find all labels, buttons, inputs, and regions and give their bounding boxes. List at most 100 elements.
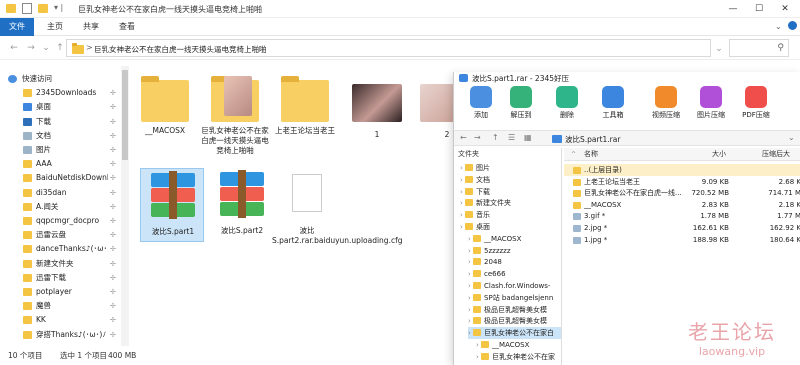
tree-node[interactable]: › SP站 badangelsjenn (468, 292, 561, 304)
tree-node[interactable]: › 极品巨乳超臀美女模 (468, 304, 561, 316)
tab-share[interactable]: 共享 (74, 18, 108, 36)
sidebar-item[interactable]: 桌面 ✢ (0, 100, 130, 114)
tool-icon (700, 86, 722, 108)
folder-icon (23, 160, 32, 169)
sidebar-item[interactable]: 图片 ✢ (0, 143, 130, 157)
tree-node[interactable]: › __MACOSX (468, 233, 561, 245)
tree-node-label: 文档 (476, 175, 491, 184)
checkbox-icon[interactable] (22, 3, 32, 14)
tree-node[interactable]: › 新建文件夹 (460, 197, 561, 209)
sidebar-item[interactable]: 新建文件夹 ✢ (0, 257, 130, 271)
tree-node[interactable]: › 极品巨乳超臀美女模 (468, 315, 561, 327)
table-row[interactable]: 2.jpg * 162.61 KB 162.92 K (564, 222, 800, 234)
sidebar-item[interactable]: di35dan ✢ (0, 186, 130, 200)
tree-node[interactable]: › 5zzzzzz (468, 245, 561, 257)
sidebar-item-label: AAA (36, 159, 52, 169)
tab-view[interactable]: 查看 (110, 18, 144, 36)
tool-icon (470, 86, 492, 108)
close-button[interactable]: ✕ (772, 0, 798, 18)
file-item[interactable]: 1 (342, 68, 412, 139)
sidebar-item[interactable]: AAA ✢ (0, 157, 130, 171)
tab-file[interactable]: 文件 (0, 18, 34, 36)
folder-icon (465, 223, 474, 230)
sidebar-item[interactable]: qqpcmgr_docpro ✢ (0, 214, 130, 228)
pin-icon: ✢ (110, 131, 116, 140)
tree-node[interactable]: › __MACOSX (476, 339, 561, 351)
help-icon[interactable] (788, 21, 797, 30)
minimize-button[interactable]: — (720, 0, 746, 18)
tree-node-label: __MACOSX (492, 341, 530, 349)
tree-node[interactable]: › 图片 (460, 162, 561, 174)
nav-scroll-thumb[interactable] (122, 70, 128, 160)
new-folder-icon[interactable] (38, 4, 48, 13)
toolbar-button-2[interactable]: 删除 (544, 84, 590, 120)
sidebar-item[interactable]: danceThanks♪(･ω･)ﾉ ✢ (0, 242, 130, 256)
tree-node[interactable]: › 文档 (460, 174, 561, 186)
sidebar-item[interactable]: 迅雷下载 ✢ (0, 271, 130, 285)
tree-node[interactable]: › 音乐 (460, 209, 561, 221)
sidebar-item-label: 穿搭Thanks♪(･ω･)ﾉ (36, 329, 107, 339)
sidebar-item[interactable]: 文档 ✢ (0, 129, 130, 143)
watermark-text: 老王论坛 (688, 320, 776, 344)
tree-node[interactable]: › 巨乳女神老公不在家 (476, 351, 561, 363)
toolbar-button-1[interactable]: 解压到 (498, 84, 544, 120)
sidebar-item[interactable]: KK ✢ (0, 313, 130, 327)
back-arrow-icon[interactable]: ← (8, 42, 20, 54)
sidebar-item[interactable]: A.闻关 ✢ (0, 200, 130, 214)
toolbar-button-3[interactable]: 工具箱 (590, 84, 636, 120)
sidebar-item[interactable]: potplayer ✢ (0, 285, 130, 299)
quick-access-dropdown-icon[interactable]: ▾ | (54, 3, 63, 12)
file-item[interactable]: 波比S.part2.rar.baiduyun.uploading.cfg (272, 168, 402, 278)
toolbar-button-6[interactable]: PDF压缩 (733, 84, 779, 120)
file-item[interactable]: __MACOSX (130, 68, 200, 138)
sidebar-item[interactable]: 魔兽 ✢ (0, 299, 130, 313)
search-input[interactable]: ⚲ (729, 39, 789, 57)
tree-node[interactable]: › 桌面 (460, 221, 561, 233)
recent-chevron-icon[interactable]: ⌄ (40, 42, 52, 54)
folder-icon (23, 330, 32, 339)
maximize-button[interactable]: ☐ (746, 0, 772, 18)
table-row[interactable]: 1.jpg * 188.98 KB 180.64 K (564, 234, 800, 246)
tree-node[interactable]: › ce666 (468, 268, 561, 280)
file-item[interactable]: 上老王论坛当老王 (270, 68, 340, 138)
tree-node[interactable]: › 巨乳女神老公不在家白 (468, 327, 561, 340)
table-row[interactable]: __MACOSX 2.83 KB 2.18 K (564, 199, 800, 211)
tree-node-label: ce666 (484, 270, 506, 279)
table-row[interactable]: ..(上层目录) (564, 164, 800, 176)
folder-icon (465, 187, 474, 195)
sidebar-item[interactable]: 2345Downloads ✢ (0, 86, 130, 100)
tab-home[interactable]: 主页 (38, 18, 72, 36)
toolbar-button-4[interactable]: 视频压缩 (643, 84, 689, 120)
view-list-icon[interactable]: ☰ (508, 133, 515, 142)
file-item[interactable]: 巨乳女神老公不在家白虎一线天摸头逼电竞椅上啪啪 (200, 68, 270, 168)
path-dropdown-icon[interactable]: ⌄ (788, 133, 795, 142)
address-bar[interactable]: > 巨乳女神老公不在家白虎一线天摸头逼电竞椅上啪啪 (66, 39, 711, 57)
table-row[interactable]: 3.gif * 1.78 MB 1.77 M (564, 210, 800, 222)
up-arrow-icon[interactable]: ↑ (492, 133, 499, 142)
nav-scrollbar[interactable] (121, 66, 129, 346)
expand-ribbon-icon[interactable]: ⌄ (775, 22, 782, 31)
sidebar-item[interactable]: 穿搭Thanks♪(･ω･)ﾉ ✢ (0, 328, 130, 342)
file-item-selected[interactable]: 波比S.part1 (140, 168, 204, 242)
sidebar-item[interactable]: 下载 ✢ (0, 115, 130, 129)
table-row[interactable]: 上老王论坛当老王 9.09 KB 2.68 K (564, 176, 800, 188)
sidebar-item[interactable]: 迅雷云盘 ✢ (0, 228, 130, 242)
sidebar-item[interactable]: 快速访问 (0, 72, 130, 86)
tree-node[interactable]: › Clash.for.Windows- (468, 280, 561, 292)
back-arrow-icon[interactable]: ← (460, 133, 467, 142)
tree-node[interactable]: › 2048 (468, 256, 561, 268)
file-item[interactable]: 波比S.part2 (210, 168, 274, 242)
column-packed[interactable]: 压缩后大 (762, 148, 790, 161)
sidebar-item[interactable]: BaiduNetdiskDownlo ✢ (0, 171, 130, 185)
table-row[interactable]: 巨乳女神老公不在家白虎一线... 720.52 MB 714.71 M (564, 187, 800, 199)
tree-node-label: 5zzzzzz (484, 246, 511, 255)
address-dropdown-icon[interactable]: ⌄ (713, 43, 725, 55)
view-grid-icon[interactable]: ▦ (524, 133, 532, 142)
toolbar-button-5[interactable]: 图片压缩 (688, 84, 734, 120)
forward-arrow-icon[interactable]: → (474, 133, 481, 142)
up-arrow-icon[interactable]: ↑ (54, 42, 66, 54)
forward-arrow-icon[interactable]: → (25, 42, 37, 54)
tree-node[interactable]: › 下载 (460, 186, 561, 198)
column-name[interactable]: 名称 (584, 148, 598, 161)
column-size[interactable]: 大小 (712, 148, 726, 161)
